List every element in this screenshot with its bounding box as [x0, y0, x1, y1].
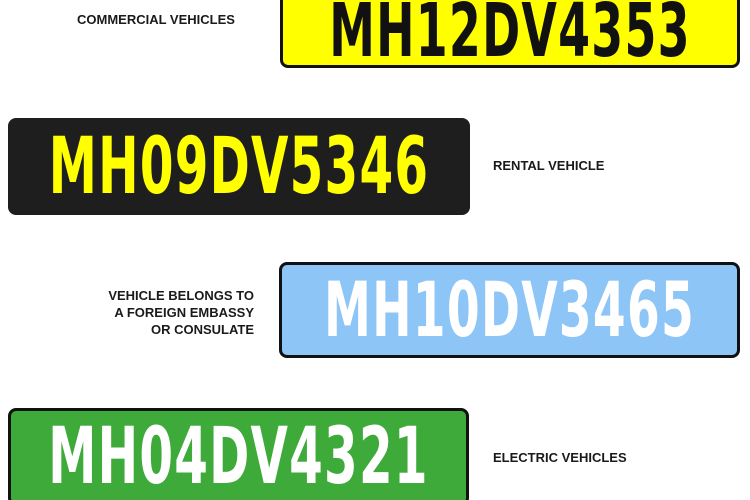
caption-embassy-line-3: OR CONSULATE: [150, 322, 254, 337]
caption-embassy: VEHICLE BELONGS TO A FOREIGN EMBASSY OR …: [70, 287, 254, 338]
number-plate-types-infographic: COMMERCIAL VEHICLES MH12DV4353 MH09DV534…: [0, 0, 750, 500]
plate-embassy-number: MH10DV3465: [323, 265, 696, 354]
caption-rental-line-1: RENTAL VEHICLE: [493, 158, 605, 173]
caption-commercial-line-1: COMMERCIAL VEHICLES: [77, 12, 235, 27]
caption-commercial: COMMERCIAL VEHICLES: [77, 11, 235, 28]
caption-electric: ELECTRIC VEHICLES: [493, 449, 627, 466]
plate-electric-number: MH04DV4321: [48, 412, 429, 500]
caption-embassy-line-2: A FOREIGN EMBASSY: [114, 305, 254, 320]
plate-electric: MH04DV4321: [8, 408, 469, 500]
plate-commercial-number: MH12DV4353: [329, 0, 691, 68]
plate-commercial: MH12DV4353: [280, 0, 740, 68]
caption-embassy-line-1: VEHICLE BELONGS TO: [108, 288, 254, 303]
plate-embassy: MH10DV3465: [279, 262, 740, 358]
caption-rental: RENTAL VEHICLE: [493, 157, 604, 174]
plate-rental: MH09DV5346: [8, 118, 470, 215]
caption-electric-line-1: ELECTRIC VEHICLES: [493, 450, 627, 465]
plate-rental-number: MH09DV5346: [48, 121, 430, 212]
